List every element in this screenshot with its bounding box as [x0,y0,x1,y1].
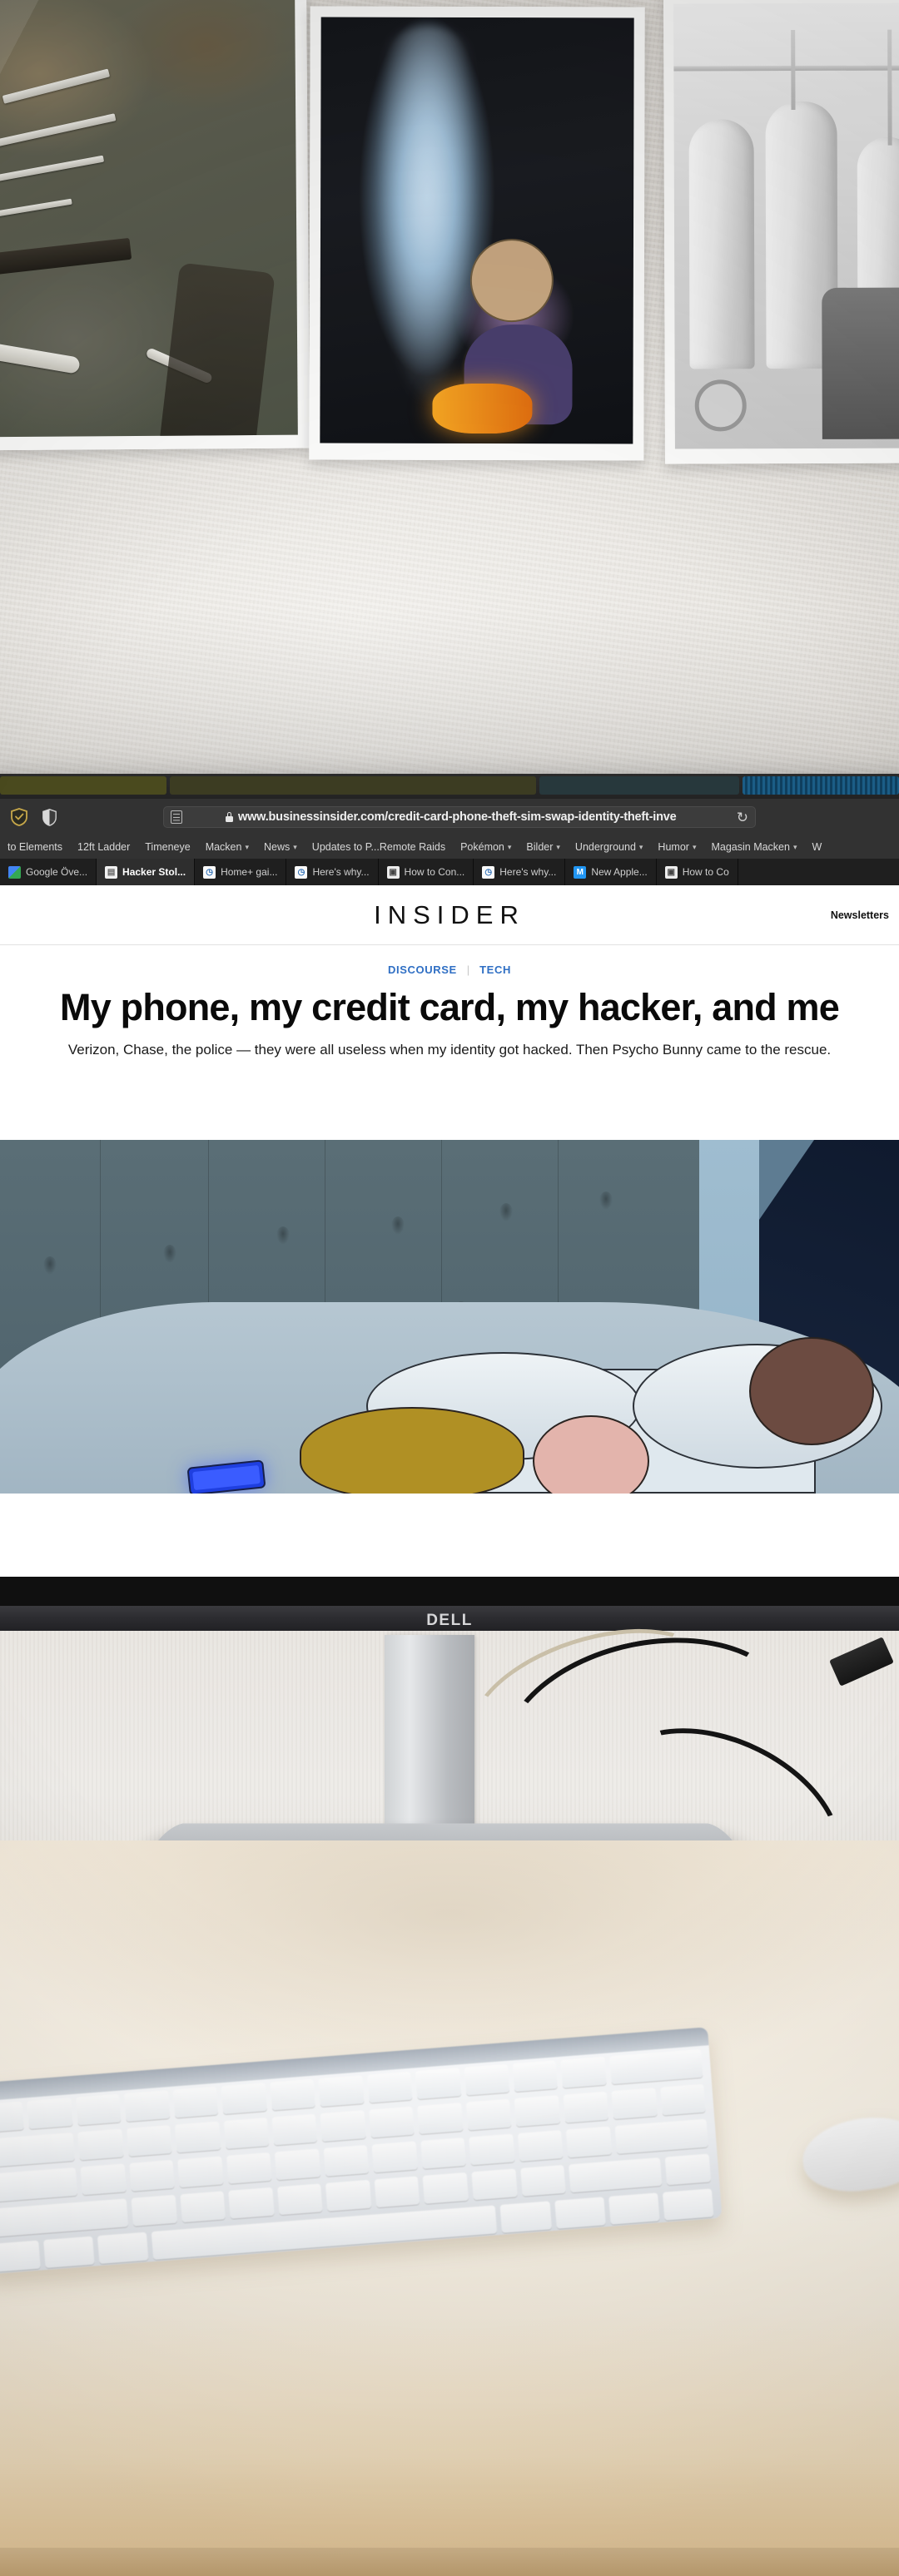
workbench-tools-print [0,0,310,451]
webpage-content: INSIDER Newsletters DISCOURSE | TECH My … [0,885,899,1577]
site-header: INSIDER Newsletters [0,885,899,945]
wall-shadow [0,607,899,782]
bookmark-label: Timeneye [145,841,191,853]
wall-background [0,0,899,782]
glassblower-print [309,6,645,461]
bookmark-label: Humor [658,841,689,853]
bookmark-label: Updates to P...Remote Raids [311,841,446,853]
browser-tab[interactable]: ◷ Here's why... [286,859,379,885]
dell-logo: DELL [426,1612,473,1629]
desk-front-edge [0,2548,899,2576]
bookmarks-bar: to Elements 12ft Ladder Timeneye Macken ▾ New… [0,835,899,859]
tab-bar: Google Öve... ▤ Hacker Stol... ◷ Home+ gai..… [0,859,899,885]
browser-tab[interactable]: M New Apple... [565,859,657,885]
article-headline: My phone, my credit card, my hacker, and… [60,986,840,1028]
desk-light-glow [0,2313,899,2576]
bookmark-item[interactable]: Macken ▾ [198,841,256,853]
print-image [320,17,634,444]
bookmark-item[interactable]: Underground ▾ [568,841,651,853]
brewery-tanks-print [663,0,899,464]
kicker-separator: | [466,964,470,976]
tab-label: Google Öve... [26,866,88,878]
address-bar[interactable]: www.businessinsider.com/credit-card-phon… [163,806,756,828]
chevron-down-icon: ▾ [692,842,697,851]
chevron-down-icon: ▾ [245,842,249,851]
browser-tab[interactable]: ◷ Home+ gai... [195,859,287,885]
bookmark-item[interactable]: 12ft Ladder [70,841,137,853]
bookmark-item[interactable]: Timeneye [137,841,197,853]
bookmark-item[interactable]: News ▾ [256,841,305,853]
bookmark-item[interactable]: Updates to P...Remote Raids [305,841,453,853]
kicker-category-discourse[interactable]: DISCOURSE [388,964,457,976]
tab-label: Hacker Stol... [122,866,186,878]
chevron-down-icon: ▾ [293,842,297,851]
bookmark-label: to Elements [7,841,63,853]
bookmark-item[interactable]: to Elements [0,841,70,853]
bookmark-label: Macken [205,841,242,853]
chevron-down-icon: ▾ [638,842,643,851]
document-icon: ▤ [105,865,118,879]
bookmark-item[interactable]: Magasin Macken ▾ [703,841,804,853]
bookmark-item[interactable]: Humor ▾ [650,841,703,853]
tab-label: New Apple... [591,866,648,878]
chevron-down-icon: ▾ [507,842,512,851]
article-hero-illustration [0,1140,899,1494]
chevron-down-icon: ▾ [556,842,560,851]
bookmark-label: W [812,841,822,853]
browser-tab[interactable]: ▣ How to Co [657,859,738,885]
google-docs-icon [8,865,21,879]
shield-privacy-icon[interactable] [38,806,60,828]
person-head-brown-hair [749,1337,874,1445]
clock-icon: ◷ [203,865,216,879]
insider-logo[interactable]: INSIDER [374,900,525,930]
bookmark-item[interactable]: W [805,841,830,853]
browser-tab[interactable]: ◷ Here's why... [474,859,566,885]
browser-tab[interactable]: ▤ Hacker Stol... [97,859,196,885]
clock-icon: ◷ [295,865,308,879]
mask-icon: ▣ [664,865,678,879]
bookmark-label: Magasin Macken [711,841,790,853]
article-kicker: DISCOURSE | TECH [0,964,899,976]
tab-label: How to Con... [404,866,465,878]
bookmark-label: News [264,841,291,853]
chevron-down-icon: ▾ [792,842,797,851]
kicker-category-tech[interactable]: TECH [479,964,511,976]
person-hair-blond [300,1407,524,1494]
tab-label: Here's why... [499,866,557,878]
macrumors-icon: M [574,865,587,879]
browser-window-top-strip [0,774,899,799]
url-text: www.businessinsider.com/credit-card-phon… [238,810,677,824]
clock-icon: ◷ [482,865,495,879]
browser-tab[interactable]: Google Öve... [0,859,97,885]
bookmark-label: Pokémon [460,841,504,853]
dell-monitor: www.businessinsider.com/credit-card-phon… [0,774,899,1636]
article-dek: Verizon, Chase, the police — they were a… [67,1041,832,1058]
screenshot-scene: www.businessinsider.com/credit-card-phon… [0,0,899,2576]
reload-icon[interactable]: ↻ [737,810,748,825]
browser-tab[interactable]: ▣ How to Con... [379,859,474,885]
bookmark-label: Underground [574,841,636,853]
tab-label: Home+ gai... [221,866,278,878]
newsletters-link[interactable]: Newsletters [831,909,889,921]
monitor-screen: www.businessinsider.com/credit-card-phon… [0,774,899,1577]
reader-view-icon[interactable] [171,810,182,824]
bookmark-item[interactable]: Pokémon ▾ [453,841,519,853]
print-image [673,2,899,449]
shield-gold-icon[interactable] [8,806,30,828]
bookmark-label: 12ft Ladder [77,841,131,853]
tab-label: Here's why... [312,866,370,878]
bookmark-item[interactable]: Bilder ▾ [519,841,568,853]
lock-icon [226,812,233,822]
bookmark-label: Bilder [526,841,554,853]
mask-icon: ▣ [386,865,400,879]
print-image [0,0,298,438]
tab-label: How to Co [682,866,729,878]
